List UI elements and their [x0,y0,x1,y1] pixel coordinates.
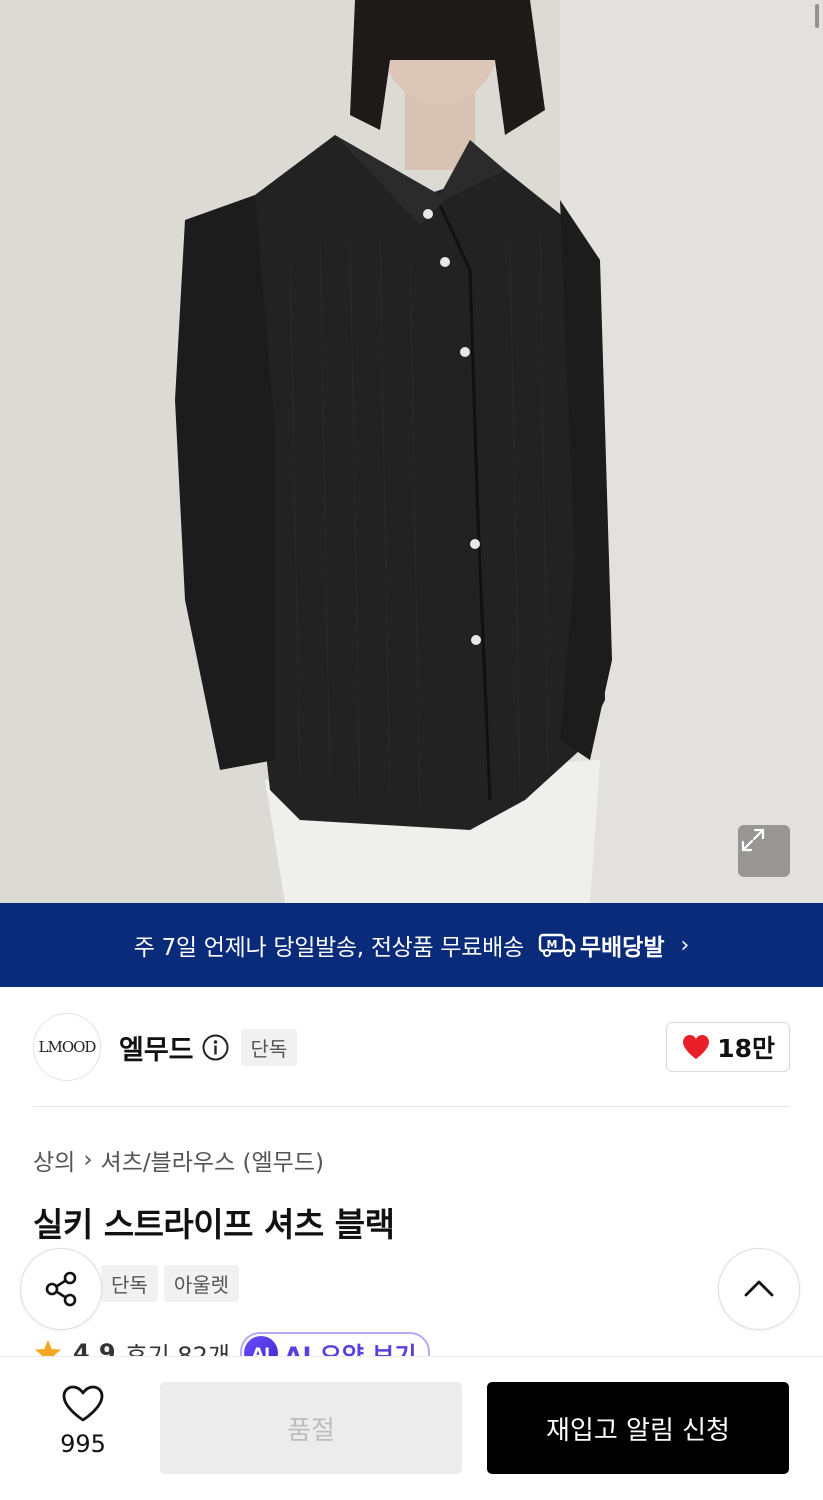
brand-like-button[interactable]: 18만 [666,1022,790,1072]
heart-outline-icon [62,1385,104,1422]
banner-text: 주 7일 언제나 당일발송, 전상품 무료배송 [133,935,524,961]
product-photo [0,0,823,903]
banner-logo-text: 무배당발 [579,935,665,961]
exclusive-tag: 단독 [240,1028,298,1066]
brand-logo-text: LMOOD [38,1038,97,1056]
wishlist-count: 995 [60,1430,106,1458]
heart-icon [683,1035,710,1059]
product-tag-outlet: 아울렛 [163,1265,240,1302]
soldout-button: 품절 [160,1382,462,1474]
expand-image-button[interactable] [738,825,790,877]
product-tag-exclusive: 단독 [101,1265,158,1302]
truck-icon: M [538,933,576,957]
share-icon [45,1271,77,1307]
expand-icon [741,828,765,852]
breadcrumb-subcategory[interactable]: 셔츠/블라우스 (엘무드) [101,1143,324,1177]
banner-logo: M 무배당발 [538,928,665,962]
chevron-up-icon [744,1280,774,1297]
wishlist-button[interactable]: 995 [40,1384,126,1458]
free-shipping-banner[interactable]: 주 7일 언제나 당일발송, 전상품 무료배송 M 무배당발 › [0,903,823,987]
brand-logo[interactable]: LMOOD [33,1013,101,1081]
divider [33,1106,790,1107]
brand-like-count: 18만 [717,1034,775,1063]
breadcrumb: 상의 › 셔츠/블라우스 (엘무드) [33,1143,324,1177]
scroll-indicator[interactable] [815,4,819,28]
banner-logo-mark: M [546,938,557,951]
product-image[interactable] [0,0,823,903]
breadcrumb-separator: › [83,1147,93,1173]
brand-name[interactable]: 엘무드 [119,1028,194,1067]
restock-alert-button[interactable]: 재입고 알림 신청 [487,1382,789,1474]
scroll-top-button[interactable] [718,1248,800,1330]
chevron-right-icon: › [680,932,690,958]
brand-row: LMOOD 엘무드 단독 18만 [33,1013,790,1081]
info-icon[interactable] [202,1034,229,1061]
breadcrumb-category[interactable]: 상의 [33,1143,75,1177]
product-title: 실키 스트라이프 셔츠 블랙 [33,1205,395,1244]
share-button[interactable] [20,1248,102,1330]
